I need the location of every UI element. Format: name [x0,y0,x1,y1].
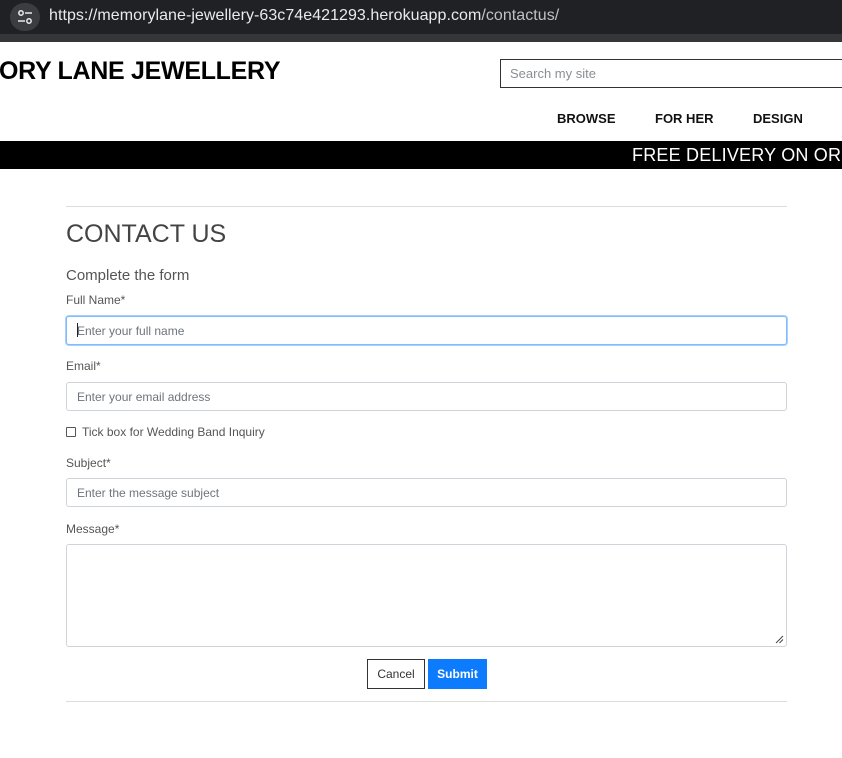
url-host: https://memorylane-jewellery-63c74e42129… [49,7,482,24]
email-input[interactable] [67,383,786,410]
nav-design[interactable]: DESIGN [753,111,803,126]
subject-field[interactable] [66,478,787,507]
bottom-divider [66,701,787,702]
full-name-field[interactable] [66,316,787,345]
main-nav: BROWSE FOR HER DESIGN [0,111,842,127]
site-logo[interactable]: ORY LANE JEWELLERY [0,57,281,86]
full-name-label: Full Name* [66,293,126,307]
full-name-input[interactable] [67,317,786,344]
url-path: /contactus/ [481,7,560,24]
search-box[interactable] [500,59,842,88]
promo-banner: FREE DELIVERY ON ORDE [0,141,842,169]
site-settings-icon[interactable] [10,3,40,31]
nav-browse[interactable]: BROWSE [557,111,616,126]
email-field[interactable] [66,382,787,411]
promo-banner-text: FREE DELIVERY ON ORDE [632,145,842,165]
email-label: Email* [66,359,101,373]
top-divider [66,206,787,207]
resize-grip-icon[interactable] [775,635,784,644]
subject-input[interactable] [67,479,786,506]
subject-label: Subject* [66,456,111,470]
nav-for-her[interactable]: FOR HER [655,111,714,126]
wedding-inquiry-checkbox[interactable] [66,427,76,437]
message-field[interactable] [66,544,787,647]
form-subtitle: Complete the form [66,267,190,284]
text-caret [77,323,78,337]
page-title: CONTACT US [66,220,227,248]
search-input[interactable] [501,60,842,87]
url-text[interactable]: https://memorylane-jewellery-63c74e42129… [49,7,559,25]
submit-button[interactable]: Submit [428,659,487,689]
message-textarea[interactable] [67,545,786,646]
wedding-inquiry-label[interactable]: Tick box for Wedding Band Inquiry [82,425,265,439]
browser-toolbar: https://memorylane-jewellery-63c74e42129… [0,0,842,42]
cancel-button[interactable]: Cancel [367,659,425,689]
address-bar[interactable]: https://memorylane-jewellery-63c74e42129… [0,0,842,34]
message-label: Message* [66,522,120,536]
